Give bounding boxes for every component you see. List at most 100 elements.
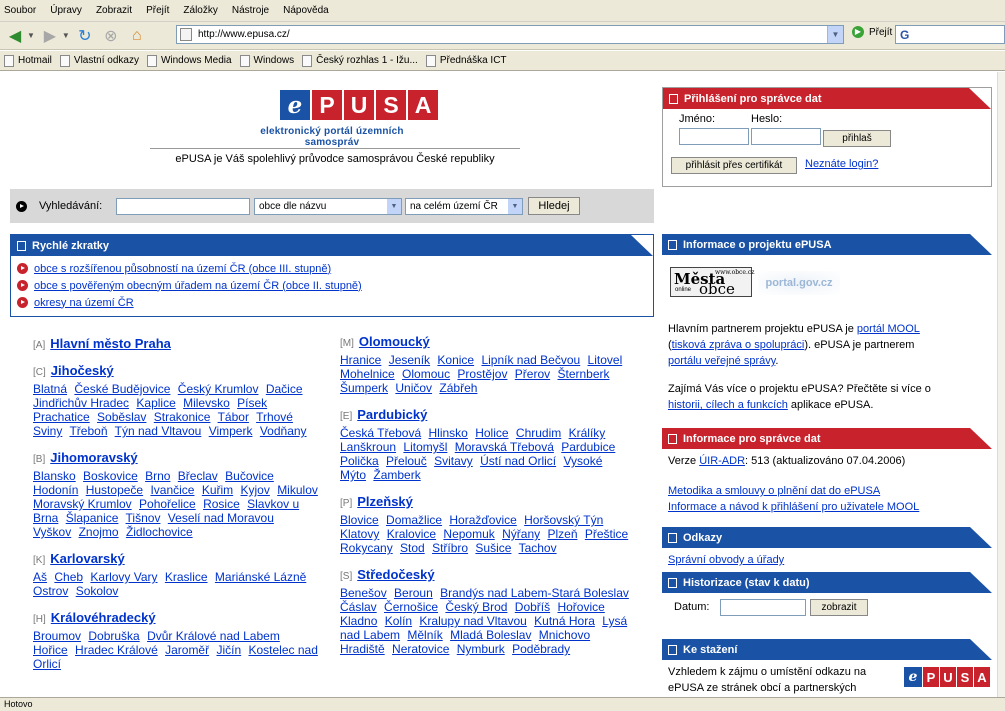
history-goals-link[interactable]: historii, cílech a funkcích — [668, 399, 788, 411]
town-link[interactable]: Holice — [475, 426, 508, 440]
town-link[interactable]: Moravská Třebová — [455, 440, 554, 454]
town-link[interactable]: Týn nad Vltavou — [115, 424, 202, 438]
town-link[interactable]: Český Brod — [445, 600, 507, 614]
town-link[interactable]: Blatná — [33, 382, 67, 396]
town-link[interactable]: Dobříš — [515, 600, 550, 614]
town-link[interactable]: Ivančice — [150, 483, 194, 497]
town-link[interactable]: Hradec Králové — [75, 643, 158, 657]
town-link[interactable]: Černošice — [384, 600, 438, 614]
town-link[interactable]: Přelouč — [386, 454, 427, 468]
back-arrow-icon[interactable]: ◀ — [4, 25, 26, 47]
town-link[interactable]: Olomouc — [402, 367, 450, 381]
town-link[interactable]: Hustopeče — [86, 483, 143, 497]
town-link[interactable]: Jindřichův Hradec — [33, 396, 129, 410]
town-link[interactable]: Kolín — [385, 614, 412, 628]
town-link[interactable]: Přerov — [515, 367, 550, 381]
epusa-logo[interactable]: e P U S A — [280, 90, 440, 120]
town-link[interactable]: Znojmo — [79, 525, 119, 539]
town-link[interactable]: Pardubice — [561, 440, 615, 454]
town-link[interactable]: Šlapanice — [66, 511, 119, 525]
town-link[interactable]: Cheb — [54, 570, 83, 584]
region-link[interactable]: Pardubický — [357, 407, 427, 422]
town-link[interactable]: Stod — [400, 541, 425, 555]
bookmark-cesky-rozhlas[interactable]: Český rozhlas 1 - Ižu... — [302, 54, 418, 67]
region-link[interactable]: Hlavní město Praha — [50, 336, 171, 351]
town-link[interactable]: Rokycany — [340, 541, 393, 555]
vertical-scrollbar[interactable] — [997, 72, 1005, 697]
shortcut-link[interactable]: okresy na území ČR — [34, 297, 134, 309]
town-link[interactable]: Beroun — [394, 586, 433, 600]
town-link[interactable]: Písek — [237, 396, 267, 410]
town-link[interactable]: Břeclav — [178, 469, 218, 483]
bookmark-prednaska-ict[interactable]: Přednáška ICT — [425, 54, 507, 67]
town-link[interactable]: Mariánské Lázně — [215, 570, 306, 584]
town-link[interactable]: Brandýs nad Labem-Stará Boleslav — [440, 586, 629, 600]
town-link[interactable]: Tachov — [519, 541, 557, 555]
town-link[interactable]: Čáslav — [340, 600, 377, 614]
town-link[interactable]: Milevsko — [183, 396, 230, 410]
town-link[interactable]: Sušice — [475, 541, 511, 555]
town-link[interactable]: Lipník nad Bečvou — [481, 353, 580, 367]
menu-zalozky[interactable]: Záložky — [183, 5, 217, 16]
town-link[interactable]: Svitavy — [434, 454, 473, 468]
town-link[interactable]: Blansko — [33, 469, 76, 483]
town-link[interactable]: Kuřim — [202, 483, 233, 497]
stop-icon[interactable]: ⊗ — [100, 25, 122, 47]
town-link[interactable]: Ústí nad Orlicí — [480, 454, 556, 468]
region-link[interactable]: Olomoucký — [359, 334, 430, 349]
town-link[interactable]: Zábřeh — [439, 381, 477, 395]
town-link[interactable]: Litovel — [588, 353, 623, 367]
town-link[interactable]: Chrudim — [516, 426, 561, 440]
town-link[interactable]: Mikulov — [277, 483, 318, 497]
region-link[interactable]: Královéhradecký — [51, 610, 156, 625]
town-link[interactable]: Kralovice — [387, 527, 436, 541]
town-link[interactable]: Jaroměř — [165, 643, 209, 657]
shortcut-link[interactable]: obce s rozšířenou působností na území ČR… — [34, 263, 331, 275]
town-link[interactable]: Aš — [33, 570, 47, 584]
town-link[interactable]: Mělník — [407, 628, 442, 642]
town-link[interactable]: Hranice — [340, 353, 381, 367]
town-link[interactable]: Nymburk — [457, 642, 505, 656]
town-link[interactable]: Kyjov — [241, 483, 270, 497]
town-link[interactable]: Česká Třebová — [340, 426, 421, 440]
date-input[interactable] — [720, 599, 806, 616]
region-link[interactable]: Plzeňský — [357, 494, 413, 509]
search-type-select[interactable]: obce dle názvu ▼ — [254, 198, 402, 215]
town-link[interactable]: Uničov — [395, 381, 432, 395]
public-admin-portal-link[interactable]: portálu veřejné správy — [668, 355, 775, 367]
town-link[interactable]: Šumperk — [340, 381, 388, 395]
uir-adr-link[interactable]: ÚIR-ADR — [699, 455, 745, 467]
town-link[interactable]: Klatovy — [340, 527, 379, 541]
forward-arrow-icon[interactable]: ▶ — [39, 25, 61, 47]
menu-zobrazit[interactable]: Zobrazit — [96, 5, 132, 16]
town-link[interactable]: Litomyšl — [403, 440, 447, 454]
town-link[interactable]: Vimperk — [209, 424, 253, 438]
town-link[interactable]: Králíky — [569, 426, 606, 440]
url-text[interactable]: http://www.epusa.cz/ — [198, 29, 290, 40]
town-link[interactable]: Hodonín — [33, 483, 78, 497]
town-link[interactable]: Polička — [340, 454, 379, 468]
bookmark-hotmail[interactable]: Hotmail — [4, 54, 52, 67]
town-link[interactable]: Rosice — [203, 497, 240, 511]
town-link[interactable]: Karlovy Vary — [90, 570, 157, 584]
menu-prejit[interactable]: Přejít — [146, 5, 169, 16]
reload-icon[interactable]: ↻ — [74, 25, 96, 47]
town-link[interactable]: Židlochovice — [126, 525, 193, 539]
back-dropdown-icon[interactable]: ▼ — [27, 31, 35, 40]
town-link[interactable]: Hlinsko — [429, 426, 468, 440]
search-area-select[interactable]: na celém území ČR ▼ — [405, 198, 523, 215]
bookmark-windows[interactable]: Windows — [239, 54, 294, 67]
administrative-districts-link[interactable]: Správní obvody a úřady — [668, 554, 784, 566]
region-link[interactable]: Karlovarský — [50, 551, 124, 566]
town-link[interactable]: Žamberk — [373, 468, 420, 482]
town-link[interactable]: Veselí nad Moravou — [168, 511, 274, 525]
methodology-link[interactable]: Metodika a smlouvy o plnění dat do ePUSA — [668, 485, 880, 497]
home-icon[interactable]: ⌂ — [126, 25, 148, 47]
town-link[interactable]: Tišnov — [126, 511, 161, 525]
town-link[interactable]: Domažlice — [386, 513, 442, 527]
town-link[interactable]: České Budějovice — [74, 382, 170, 396]
town-link[interactable]: Mohelnice — [340, 367, 395, 381]
portal-gov-banner[interactable]: portal.gov.cz — [758, 271, 840, 295]
town-link[interactable]: Boskovice — [83, 469, 138, 483]
town-link[interactable]: Brno — [145, 469, 170, 483]
